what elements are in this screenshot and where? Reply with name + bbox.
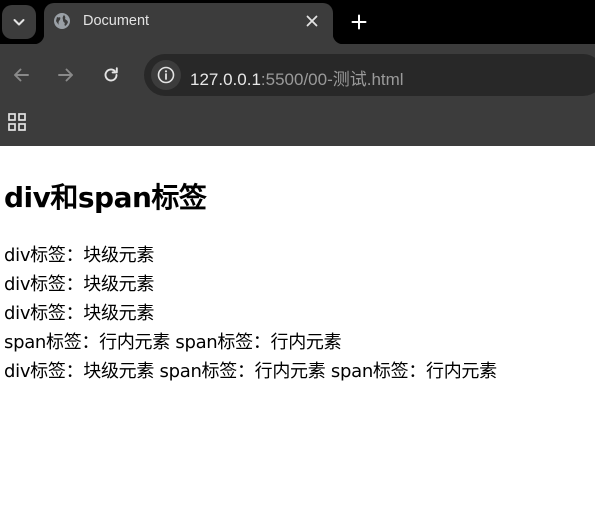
div-line-3: div标签：块级元素 xyxy=(4,299,154,328)
span-text: span标签：行内元素 xyxy=(175,332,342,353)
address-bar[interactable]: 127.0.0.1:5500/00-测试.html xyxy=(144,54,595,96)
chevron-down-icon xyxy=(13,19,25,26)
arrow-right-icon xyxy=(58,68,73,82)
span-line: span标签：行内元素 span标签：行内元素 xyxy=(4,328,342,357)
div-text: div标签：块级元素 xyxy=(4,274,155,295)
tab-title: Document xyxy=(83,13,150,29)
tab-close-button[interactable] xyxy=(302,11,322,31)
div-line-1: div标签：块级元素 xyxy=(4,241,154,270)
back-button[interactable] xyxy=(9,63,33,87)
bookmarks-bar xyxy=(0,104,595,146)
page-heading: div和span标签 xyxy=(4,181,207,214)
globe-icon xyxy=(54,13,70,29)
arrow-left-icon xyxy=(14,68,29,82)
url-path: :5500/00-测试.html xyxy=(260,70,404,89)
forward-button[interactable] xyxy=(54,63,78,87)
div-text: div标签：块级元素 xyxy=(4,245,155,266)
mixed-line: div标签：块级元素 span标签：行内元素 span标签：行内元素 xyxy=(4,357,497,386)
browser-toolbar: 127.0.0.1:5500/00-测试.html xyxy=(0,44,595,104)
tab-strip: Document xyxy=(0,0,595,44)
info-icon xyxy=(157,66,175,84)
plus-icon xyxy=(351,14,367,30)
page-content: div和span标签 div标签：块级元素 div标签：块级元素 div标签：块… xyxy=(0,146,595,513)
apps-button[interactable] xyxy=(6,111,28,133)
close-icon xyxy=(306,15,318,27)
apps-grid-icon xyxy=(8,113,26,131)
div-line-2: div标签：块级元素 xyxy=(4,270,154,299)
tab-search-button[interactable] xyxy=(2,5,36,39)
span-text: span标签：行内元素 xyxy=(330,361,497,382)
tab-document[interactable]: Document xyxy=(34,3,343,44)
site-info-button[interactable] xyxy=(151,60,181,90)
url-host: 127.0.0.1 xyxy=(190,70,261,89)
span-text: span标签：行内元素 xyxy=(159,361,326,382)
reload-button[interactable] xyxy=(99,63,123,87)
div-text: div标签：块级元素 xyxy=(4,303,155,324)
div-text: div标签：块级元素 xyxy=(4,361,155,382)
reload-icon xyxy=(104,67,118,82)
new-tab-button[interactable] xyxy=(347,10,371,34)
span-text: span标签：行内元素 xyxy=(4,332,170,353)
url-text[interactable]: 127.0.0.1:5500/00-测试.html xyxy=(190,65,404,90)
